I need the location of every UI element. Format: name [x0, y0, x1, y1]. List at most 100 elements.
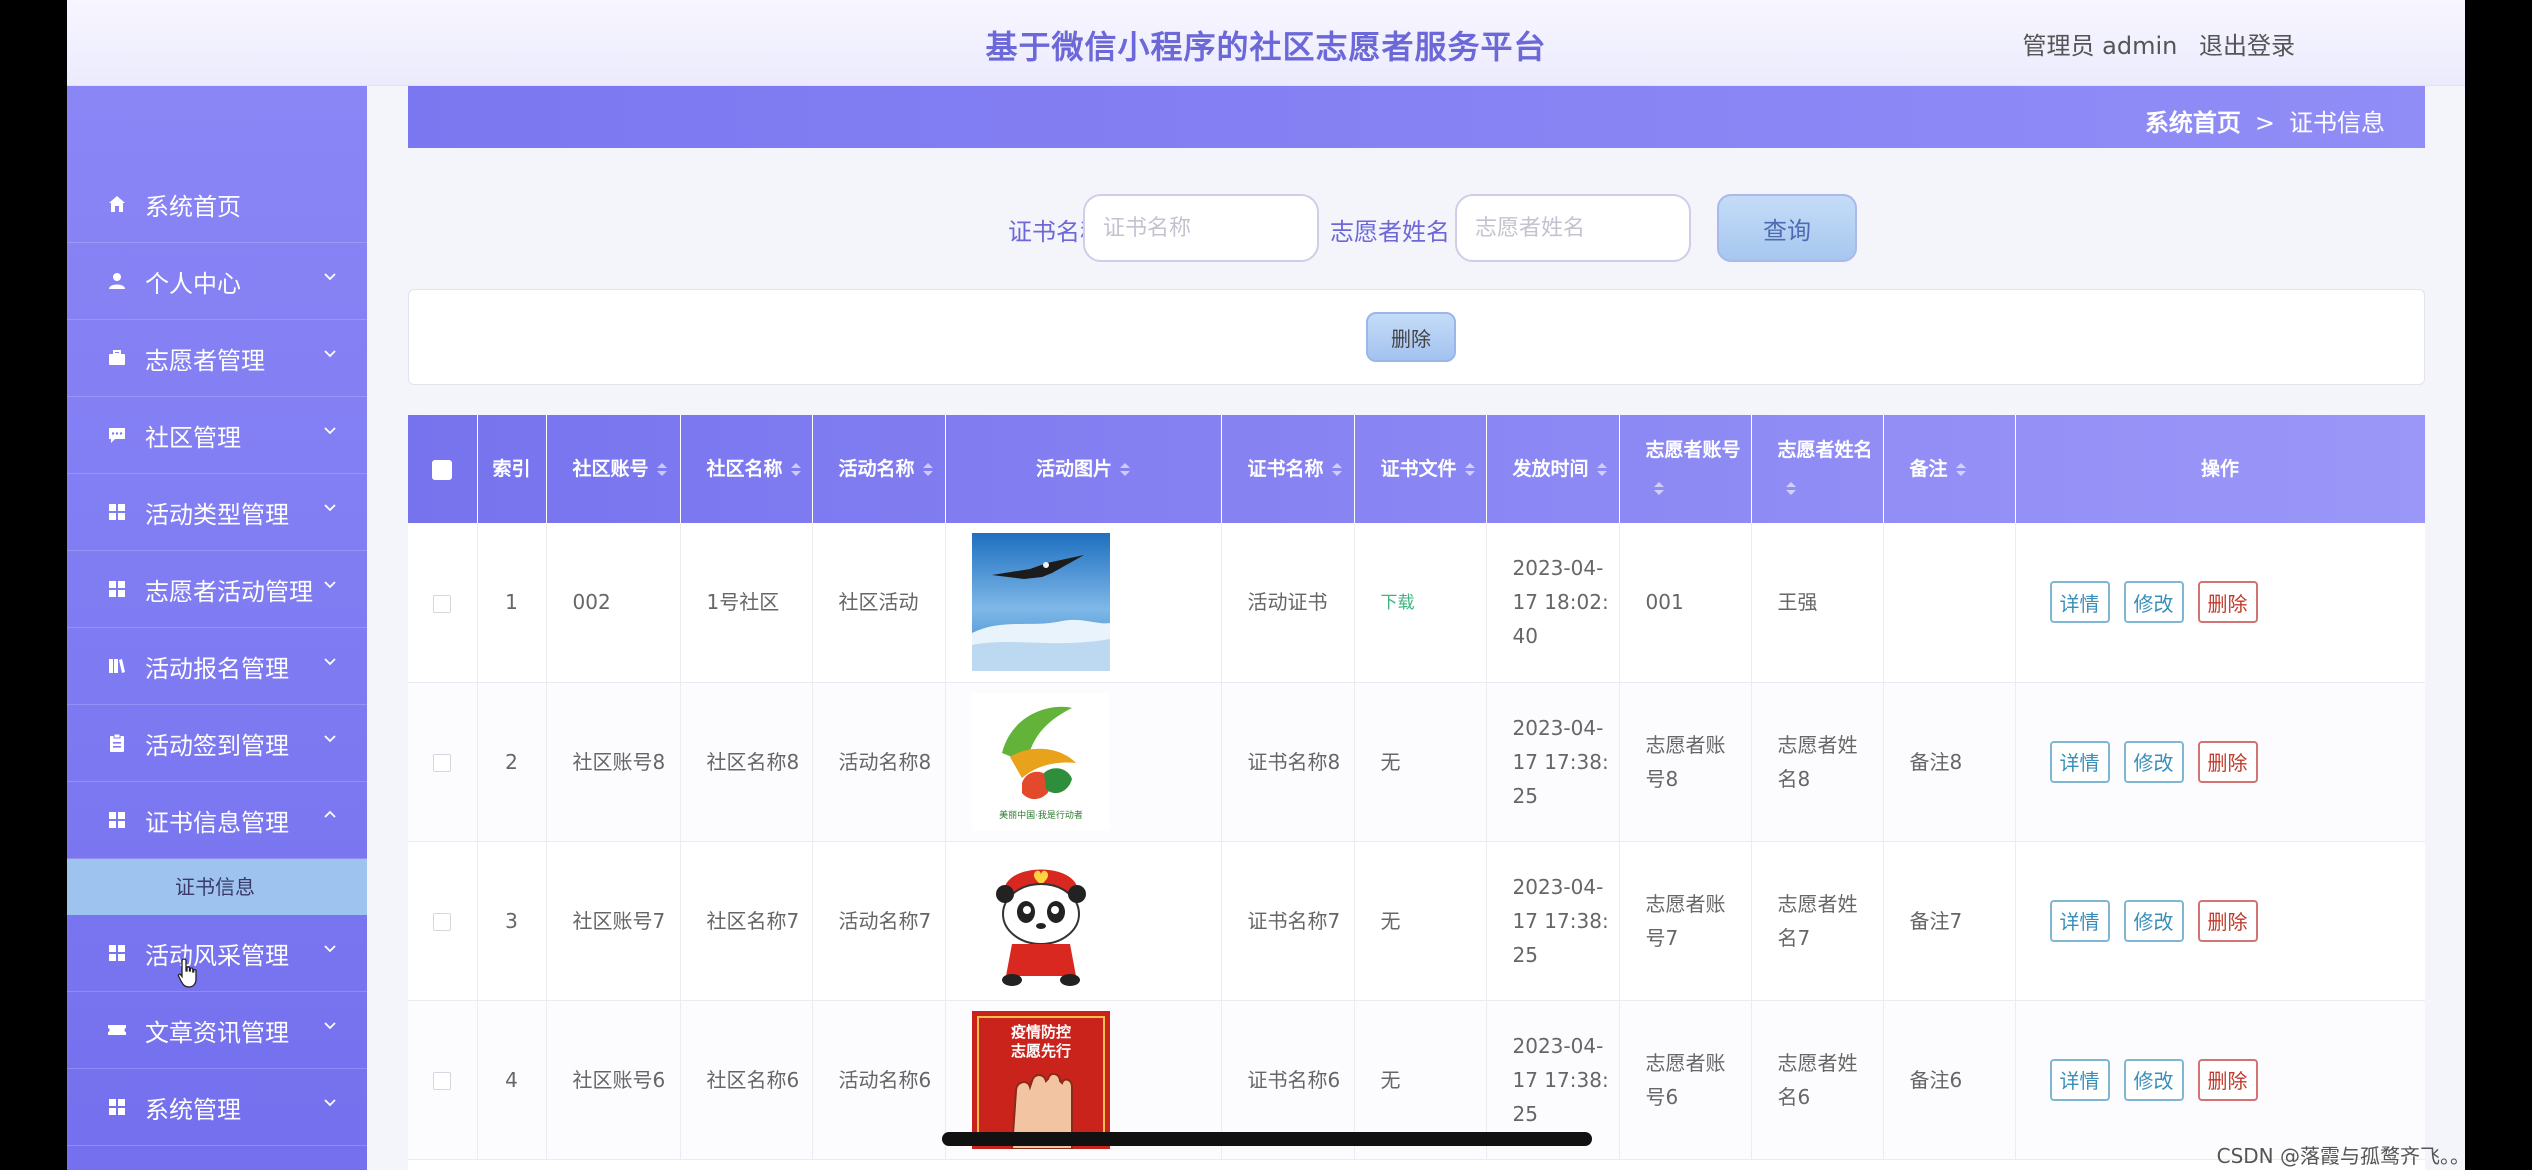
cell-community-name: 社区名称8 — [680, 682, 813, 841]
edit-button[interactable]: 修改 — [2123, 1058, 2184, 1101]
header-cert-name[interactable]: 证书名称 — [1221, 415, 1355, 523]
table-row-2: 2 社区账号8 社区名称8 活动名称8 美丽中国·我是行动者 证书名称8 无 2… — [408, 682, 2425, 841]
user-area: 管理员 admin 退出登录 — [2009, 26, 2295, 61]
header-select-all[interactable] — [408, 415, 478, 523]
sidebar-item-label: 文章资讯管理 — [145, 1018, 289, 1047]
cell-cert-file: 无 — [1354, 841, 1487, 1000]
cert-name-input[interactable] — [1083, 194, 1319, 262]
grid-icon — [107, 502, 127, 522]
sidebar-item-4[interactable]: 社区管理 — [67, 397, 367, 474]
cell-select[interactable] — [408, 841, 478, 1000]
breadcrumb: 系统首页 > 证书信息 — [2145, 103, 2385, 138]
sidebar-subitem-cert-info[interactable]: 证书信息 — [67, 859, 367, 915]
chevron-down-icon — [324, 427, 336, 435]
delete-button[interactable]: 删除 — [2197, 899, 2258, 942]
cell-select[interactable] — [408, 682, 478, 841]
cell-remark — [1883, 523, 2016, 682]
sort-icon — [1332, 463, 1342, 477]
sidebar-item-label: 个人中心 — [145, 269, 241, 298]
cell-community-account: 社区账号6 — [546, 1000, 681, 1159]
select-all-checkbox[interactable] — [432, 459, 453, 480]
sort-icon — [1597, 463, 1607, 477]
header-activity-name[interactable]: 活动名称 — [812, 415, 946, 523]
header-community-account[interactable]: 社区账号 — [546, 415, 681, 523]
batch-delete-button[interactable]: 删除 — [1366, 312, 1456, 362]
detail-button[interactable]: 详情 — [2049, 899, 2110, 942]
sidebar-item-7[interactable]: 活动报名管理 — [67, 628, 367, 705]
sidebar-item-label: 活动报名管理 — [145, 654, 289, 683]
sort-icon — [1120, 463, 1130, 477]
edit-button[interactable]: 修改 — [2123, 740, 2184, 783]
sidebar-item-12[interactable]: 系统管理 — [67, 1069, 367, 1146]
header-index[interactable]: 索引 — [477, 415, 547, 523]
chevron-down-icon — [324, 350, 336, 358]
grid-icon — [107, 1097, 127, 1117]
sidebar-item-5[interactable]: 活动类型管理 — [67, 474, 367, 551]
sidebar-item-6[interactable]: 志愿者活动管理 — [67, 551, 367, 628]
detail-button[interactable]: 详情 — [2049, 581, 2110, 624]
detail-button[interactable]: 详情 — [2049, 1058, 2110, 1101]
header-volunteer-account[interactable]: 志愿者账号 — [1619, 415, 1752, 523]
chevron-up-icon — [324, 810, 336, 818]
delete-button[interactable]: 删除 — [2197, 581, 2258, 624]
cell-index: 1 — [477, 523, 547, 682]
detail-button[interactable]: 详情 — [2049, 740, 2110, 783]
cell-actions: 详情 修改 删除 — [2015, 682, 2425, 841]
header-activity-image[interactable]: 活动图片 — [945, 415, 1222, 523]
header-actions: 操作 — [2015, 415, 2425, 523]
header-volunteer-name[interactable]: 志愿者姓名 — [1751, 415, 1884, 523]
sidebar-item-11[interactable]: 文章资讯管理 — [67, 992, 367, 1069]
sidebar-item-label: 社区管理 — [145, 423, 241, 452]
hand-cursor-icon — [177, 958, 197, 988]
delete-button[interactable]: 删除 — [2197, 740, 2258, 783]
sidebar-item-1[interactable]: 系统首页 — [67, 166, 367, 243]
row-checkbox[interactable] — [433, 754, 452, 772]
row-checkbox[interactable] — [433, 594, 452, 613]
cell-community-account: 社区账号7 — [546, 841, 681, 1000]
sidebar-item-9[interactable]: 证书信息管理 — [67, 782, 367, 859]
sidebar-item-2[interactable]: 个人中心 — [67, 243, 367, 320]
delete-button[interactable]: 删除 — [2197, 1058, 2258, 1101]
cell-volunteer-name: 王强 — [1751, 523, 1884, 682]
cell-community-name: 1号社区 — [680, 523, 813, 682]
header-cert-file[interactable]: 证书文件 — [1354, 415, 1487, 523]
sidebar-item-8[interactable]: 活动签到管理 — [67, 705, 367, 782]
cell-actions: 详情 修改 删除 — [2015, 1000, 2425, 1159]
cell-cert-name: 证书名称8 — [1221, 682, 1355, 841]
header-issue-time[interactable]: 发放时间 — [1486, 415, 1620, 523]
eagle-image — [971, 533, 1110, 672]
breadcrumb-home-link[interactable]: 系统首页 — [2145, 109, 2241, 137]
cell-index: 4 — [477, 1000, 547, 1159]
cell-select[interactable] — [408, 523, 478, 682]
chat-icon — [107, 425, 127, 445]
cell-activity-image — [945, 523, 1222, 682]
header-community-name[interactable]: 社区名称 — [680, 415, 813, 523]
cell-cert-name: 证书名称7 — [1221, 841, 1355, 1000]
cell-issue-time: 2023-04-17 17:38:25 — [1486, 841, 1620, 1000]
sidebar-item-3[interactable]: 志愿者管理 — [67, 320, 367, 397]
svg-text:美丽中国·我是行动者: 美丽中国·我是行动者 — [999, 809, 1083, 821]
row-checkbox[interactable] — [433, 1072, 452, 1090]
cell-select[interactable] — [408, 1000, 478, 1159]
table-header-row: 索引 社区账号 社区名称 活动名称 活动图片 证书名称 证书文件 发放时间 志愿… — [408, 415, 2425, 523]
sidebar-item-label: 志愿者活动管理 — [145, 577, 313, 606]
cell-volunteer-name: 志愿者姓名8 — [1751, 682, 1884, 841]
volunteer-name-input[interactable] — [1455, 194, 1691, 262]
edit-button[interactable]: 修改 — [2123, 899, 2184, 942]
header-remark[interactable]: 备注 — [1883, 415, 2016, 523]
cell-community-name: 社区名称7 — [680, 841, 813, 1000]
sort-icon — [1654, 482, 1664, 496]
cell-cert-file: 下载 — [1354, 523, 1487, 682]
query-button[interactable]: 查询 — [1717, 194, 1857, 262]
download-link[interactable]: 下载 — [1381, 593, 1415, 613]
volunteer-name-label: 志愿者姓名 — [1330, 218, 1450, 246]
logout-link[interactable]: 退出登录 — [2199, 32, 2295, 60]
sort-icon — [923, 463, 933, 477]
edit-button[interactable]: 修改 — [2123, 581, 2184, 624]
row-checkbox[interactable] — [433, 913, 452, 931]
cell-index: 2 — [477, 682, 547, 841]
cell-index: 3 — [477, 841, 547, 1000]
panda-mascot-image — [971, 851, 1110, 990]
cell-cert-name: 活动证书 — [1221, 523, 1355, 682]
sidebar-item-10[interactable]: 活动风采管理 — [67, 915, 367, 992]
